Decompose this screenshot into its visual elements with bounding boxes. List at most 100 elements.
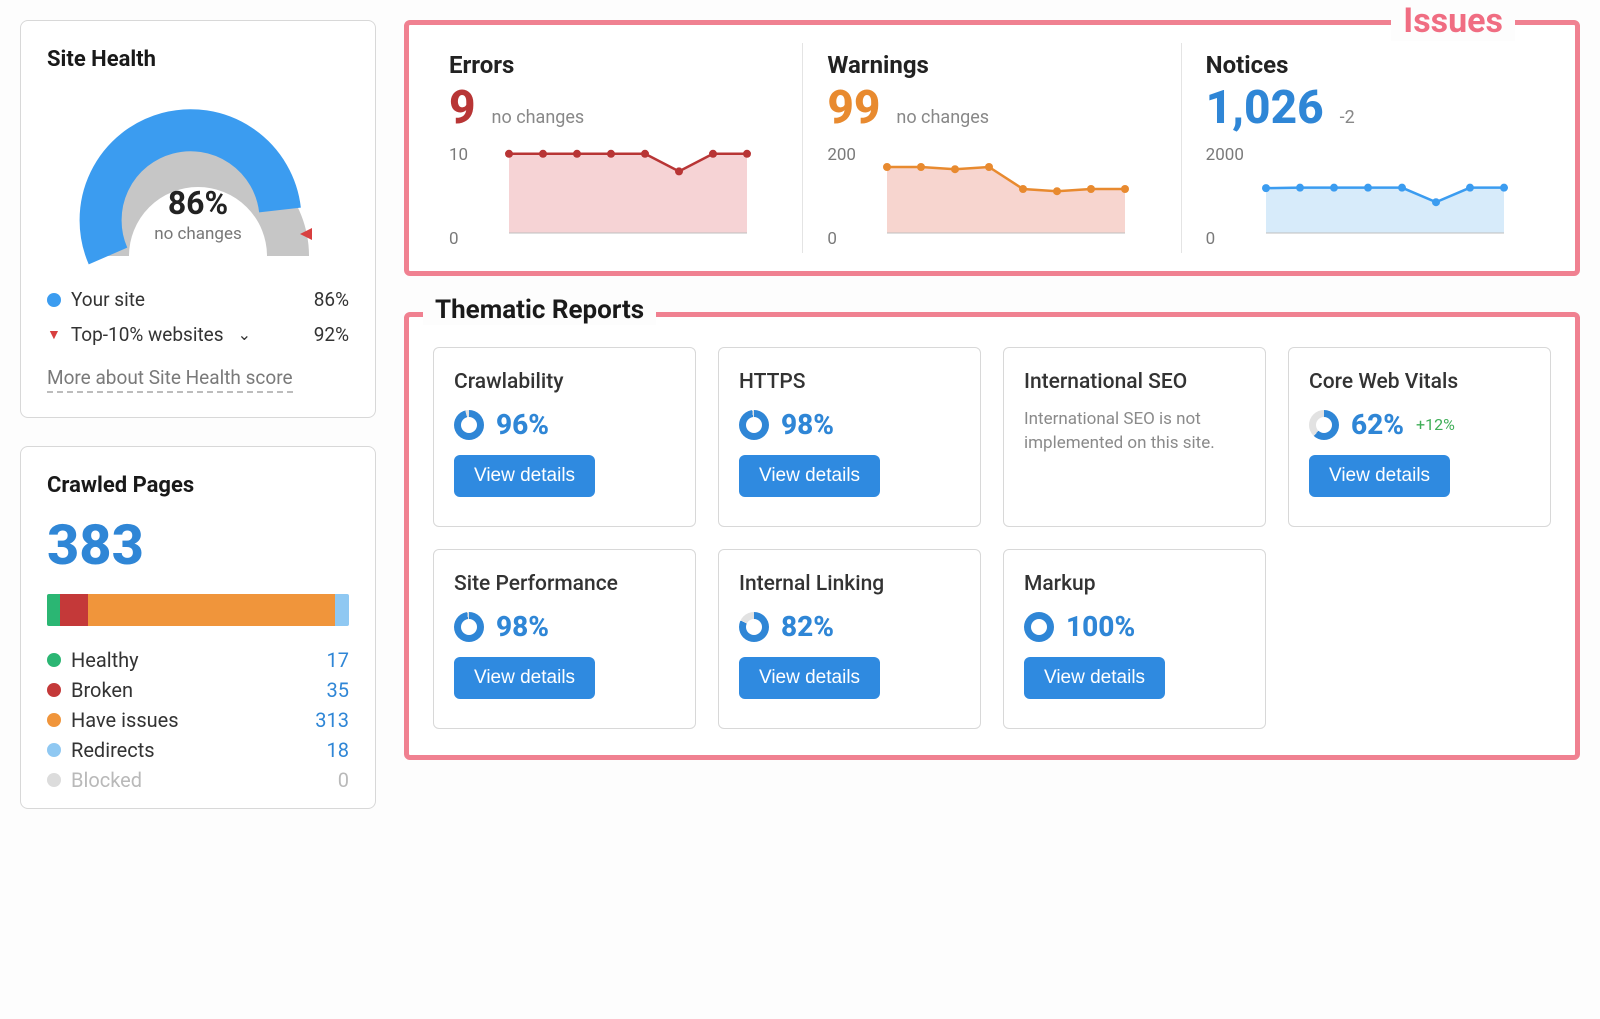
ring-icon [454,612,484,642]
notices-value: 1,026 [1206,85,1324,131]
report-card-internal-linking: Internal Linking 82% View details [718,549,981,729]
bar-seg-redirects [335,594,349,626]
notices-axis-top: 2000 [1206,145,1244,165]
top10-pct: 92% [314,323,349,346]
dot-icon [47,653,61,667]
report-pct: 62% [1351,408,1404,441]
crawled-row-broken[interactable]: Broken 35 [47,678,349,702]
report-title: Internal Linking [739,572,960,596]
crawled-row-value: 313 [315,708,349,732]
warnings-value: 99 [827,85,880,131]
crawled-row-value: 18 [327,738,349,762]
view-details-button[interactable]: View details [739,455,880,497]
crawled-pages-title: Crawled Pages [47,473,349,498]
more-about-site-health-link[interactable]: More about Site Health score [47,366,293,393]
view-details-button[interactable]: View details [1024,657,1165,699]
issues-section: Issues Errors 9 no changes 10 0 Warnings [404,20,1580,276]
ring-icon [1024,612,1054,642]
warnings-axis-bottom: 0 [827,229,837,249]
crawled-row-value: 17 [327,648,349,672]
report-card-core-web-vitals: Core Web Vitals 62% +12% View details [1288,347,1551,527]
crawled-row-value: 0 [338,768,349,792]
report-title: Crawlability [454,370,675,394]
crawled-pages-bar [47,594,349,626]
crawled-row-value: 35 [327,678,349,702]
crawled-row-have-issues[interactable]: Have issues 313 [47,708,349,732]
errors-axis-bottom: 0 [449,229,459,249]
your-site-dot-icon [47,293,61,307]
dot-icon [47,773,61,787]
site-health-title: Site Health [47,47,349,72]
ring-icon [1309,410,1339,440]
report-title: International SEO [1024,370,1245,394]
view-details-button[interactable]: View details [454,657,595,699]
crawled-row-blocked[interactable]: Blocked 0 [47,768,349,792]
crawled-pages-total: 383 [47,512,349,578]
crawled-row-redirects[interactable]: Redirects 18 [47,738,349,762]
report-title: HTTPS [739,370,960,394]
bar-seg-have-issues [88,594,335,626]
report-title: Site Performance [454,572,675,596]
view-details-button[interactable]: View details [739,657,880,699]
bar-seg-healthy [47,594,60,626]
report-pct: 98% [781,408,834,441]
crawled-pages-card: Crawled Pages 383 Healthy 17 Broken 35 Have … [20,446,376,809]
ring-icon [739,612,769,642]
site-health-gauge: 86% no changes [68,86,328,276]
ring-icon [454,410,484,440]
crawled-row-healthy[interactable]: Healthy 17 [47,648,349,672]
notices-axis-bottom: 0 [1206,229,1216,249]
bar-seg-broken [60,594,88,626]
notices-title: Notices [1206,51,1535,79]
report-card-markup: Markup 100% View details [1003,549,1266,729]
your-site-label: Your site [71,288,145,311]
issue-warnings-panel: Warnings 99 no changes 200 0 [802,43,1180,253]
report-card-crawlability: Crawlability 96% View details [433,347,696,527]
warnings-sparkline: 200 0 [827,139,1156,249]
report-pct: 100% [1066,610,1135,643]
site-health-percent: 86% [68,184,328,222]
report-title: Markup [1024,572,1245,596]
report-delta: +12% [1416,415,1455,434]
triangle-down-icon: ▼ [47,326,61,343]
report-pct: 96% [496,408,549,441]
issue-errors-panel: Errors 9 no changes 10 0 [425,43,802,253]
report-title: Core Web Vitals [1309,370,1530,394]
view-details-button[interactable]: View details [1309,455,1450,497]
issue-notices-panel: Notices 1,026 -2 2000 0 [1181,43,1559,253]
crawled-row-label: Have issues [71,708,179,732]
errors-delta: no changes [492,107,585,128]
dot-icon [47,683,61,697]
dot-icon [47,743,61,757]
ring-icon [739,410,769,440]
chevron-down-icon: ⌄ [238,325,251,344]
report-note: International SEO is not implemented on … [1024,408,1245,456]
site-health-card: Site Health 86% no changes Your site 86% [20,20,376,418]
crawled-row-label: Blocked [71,768,142,792]
top10-label: Top-10% websites [71,323,224,346]
crawled-row-label: Redirects [71,738,155,762]
view-details-button[interactable]: View details [454,455,595,497]
warnings-axis-top: 200 [827,145,856,165]
report-pct: 82% [781,610,834,643]
dot-icon [47,713,61,727]
your-site-pct: 86% [314,288,349,311]
errors-title: Errors [449,51,778,79]
legend-top10[interactable]: ▼ Top-10% websites ⌄ 92% [47,323,349,346]
errors-axis-top: 10 [449,145,468,165]
thematic-reports-section: Thematic Reports Crawlability96%View det… [404,312,1580,760]
site-health-subtext: no changes [68,224,328,244]
crawled-row-label: Healthy [71,648,139,672]
report-card-https: HTTPS 98% View details [718,347,981,527]
errors-value: 9 [449,85,476,131]
notices-delta: -2 [1340,107,1355,128]
thematic-reports-label: Thematic Reports [423,295,656,325]
report-card-international-seo: International SEO International SEO is no… [1003,347,1266,527]
warnings-title: Warnings [827,51,1156,79]
errors-sparkline: 10 0 [449,139,778,249]
warnings-delta: no changes [896,107,989,128]
issues-section-label: Issues [1391,1,1515,41]
legend-your-site: Your site 86% [47,288,349,311]
crawled-row-label: Broken [71,678,133,702]
report-card-site-performance: Site Performance98%View details [433,549,696,729]
